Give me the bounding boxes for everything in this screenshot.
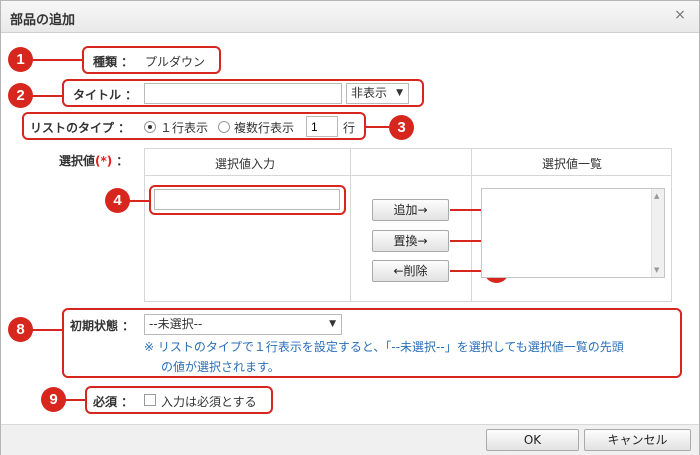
callout-marker-2: 2 (8, 83, 33, 108)
add-choice-button[interactable]: 追加→ (372, 199, 449, 221)
callout-marker-1: 1 (8, 47, 33, 72)
callout-connector-7 (450, 270, 484, 272)
cancel-button[interactable]: キャンセル (584, 429, 691, 451)
callout-marker-3: 3 (389, 115, 414, 140)
callout-marker-9: 9 (41, 387, 66, 412)
initial-state-note-line2: の値が選択されます。 (161, 360, 280, 374)
chevron-down-icon: ▼ (396, 88, 403, 98)
choice-list-header: 選択値一覧 (542, 157, 603, 171)
required-checkbox-label: 入力は必須とする (161, 395, 257, 409)
multi-row-radio[interactable] (218, 121, 230, 133)
title-visibility-value: 非表示 (351, 86, 388, 100)
initial-state-label: 初期状態 ： (70, 319, 135, 333)
initial-state-note-line1: ※ リストのタイプで１行表示を設定すると、「--未選択--」を選択しても選択値一… (144, 340, 624, 354)
single-row-radio[interactable] (144, 121, 156, 133)
choices-grid-divider-2 (471, 148, 472, 302)
callout-connector-9 (65, 399, 85, 401)
choice-input-header: 選択値入力 (215, 157, 276, 171)
ok-button[interactable]: OK (486, 429, 579, 451)
title-input[interactable] (144, 83, 342, 104)
choice-value-input[interactable] (154, 189, 340, 210)
type-label: 種類 ： (93, 55, 134, 69)
dialog-title: 部品の追加 (10, 13, 76, 28)
rows-unit-label: 行 (343, 121, 356, 135)
delete-choice-button[interactable]: ←削除 (372, 260, 449, 282)
callout-connector-2 (32, 95, 62, 97)
callout-connector-1 (32, 59, 82, 61)
required-label: 必須 ： (93, 395, 134, 409)
required-mark: (*) (95, 154, 113, 168)
multi-row-label: 複数行表示 (234, 121, 295, 135)
choice-list-box[interactable]: ▲ ▼ (481, 188, 665, 278)
rows-count-input[interactable] (306, 116, 338, 137)
required-checkbox[interactable] (144, 394, 156, 406)
chevron-down-icon: ▼ (329, 319, 336, 329)
close-icon[interactable]: × (673, 8, 687, 22)
add-part-dialog: 部品の追加 × 1 種類 ： プルダウン 2 タイトル ： 非表示 ▼ 3 リス… (0, 0, 700, 455)
callout-marker-8: 8 (8, 317, 33, 342)
type-value: プルダウン (145, 55, 206, 69)
callout-connector-5 (450, 209, 484, 211)
callout-connector-4 (129, 200, 149, 202)
choices-grid-header-divider (144, 175, 672, 176)
dialog-footer: OK キャンセル (1, 424, 699, 455)
dialog-titlebar[interactable]: 部品の追加 × (1, 1, 699, 33)
initial-state-select[interactable]: --未選択-- ▼ (144, 314, 342, 335)
single-row-label: １行表示 (160, 121, 209, 135)
title-label: タイトル ： (73, 88, 138, 102)
list-type-label: リストのタイプ ： (30, 121, 131, 135)
callout-marker-4: 4 (105, 188, 130, 213)
scroll-up-icon[interactable]: ▲ (654, 192, 659, 200)
initial-state-value: --未選択-- (149, 317, 203, 331)
callout-connector-8 (32, 329, 62, 331)
choices-label-text: 選択値 (59, 154, 96, 168)
callout-connector-3 (366, 126, 389, 128)
choices-colon: ： (116, 154, 129, 168)
choices-label: 選択値(*)： (59, 152, 128, 169)
choices-grid-divider-1 (350, 148, 351, 302)
replace-choice-button[interactable]: 置換→ (372, 230, 449, 252)
scroll-down-icon[interactable]: ▼ (654, 266, 659, 274)
choice-list-scrollbar[interactable]: ▲ ▼ (651, 189, 664, 277)
callout-connector-6 (450, 240, 484, 242)
title-visibility-select[interactable]: 非表示 ▼ (346, 83, 409, 104)
